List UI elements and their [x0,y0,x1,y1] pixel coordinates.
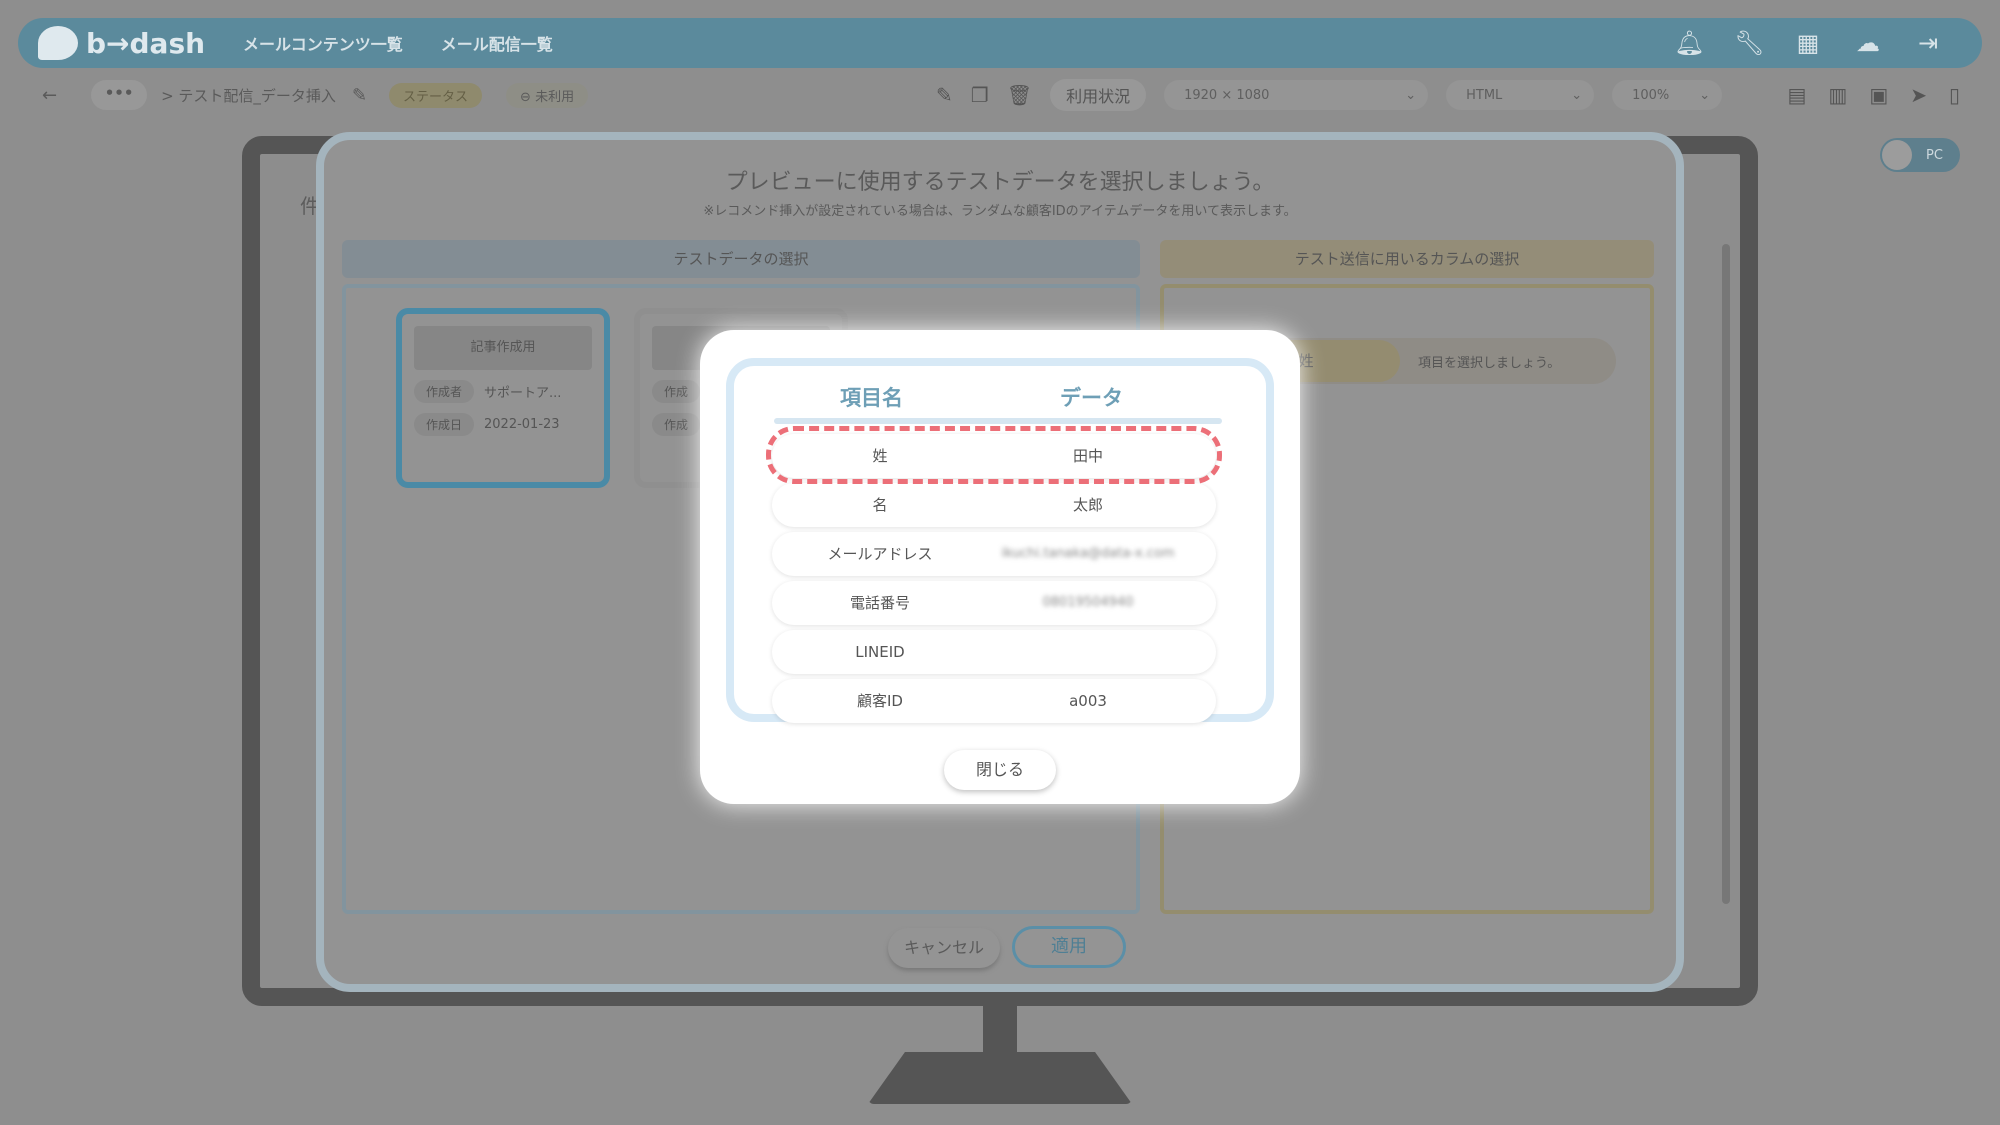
test-data-panel-title: テストデータの選択 [342,240,1140,278]
grid-icon[interactable]: ▦ [1794,29,1822,57]
status-label: ステータス [389,82,483,108]
cloud-icon[interactable]: ☁ [1854,29,1882,57]
trash-icon[interactable]: 🗑︎ [1007,83,1032,107]
status-value: 未利用 [535,89,575,105]
chevron-down-icon: ⌄ [1405,87,1417,103]
data-table: 項目名 データ 姓 田中 名 太郎 メールアドレス ikuchi.tanaka@… [726,358,1274,723]
device-toggle[interactable]: PC [1880,138,1960,172]
document-icon[interactable]: ▯ [1949,83,1960,107]
nav-mail-delivery[interactable]: メール配信一覧 [441,31,553,55]
user-card-icon[interactable]: ▣ [1869,83,1888,107]
logo[interactable]: b→dash [38,26,205,60]
column-hint: 項目を選択しましょう。 [1418,355,1561,371]
table-row: メールアドレス ikuchi.tanaka@data-x.com [772,532,1216,576]
back-arrow-icon[interactable]: ← [42,85,57,106]
wrench-icon[interactable]: 🔧︎ [1734,29,1764,57]
column-header-name: 項目名 [840,386,903,410]
test-data-detail-modal: 項目名 データ 姓 田中 名 太郎 メールアドレス ikuchi.tanaka@… [700,330,1300,804]
toggle-knob [1882,140,1912,170]
dialog-title: プレビューに使用するテストデータを選択しましょう。 [725,170,1275,195]
row-value-blurred: ikuchi.tanaka@data-x.com [1001,546,1175,561]
app-header: b→dash メールコンテンツ一覧 メール配信一覧 🔔︎ 🔧︎ ▦ ☁ ⇥ [18,18,1982,68]
resolution-value: 1920 × 1080 [1184,87,1270,103]
table-row: 顧客ID a003 [772,679,1216,723]
card-title: 記事作成用 [414,326,592,370]
highlight-annotation [766,426,1222,484]
header-divider [774,418,1222,424]
row-value-blurred: 08019504940 [1042,595,1134,610]
close-button[interactable]: 閉じる [944,750,1056,790]
row-key: 顧客ID [857,692,903,710]
bell-icon[interactable]: 🔔︎ [1674,29,1704,57]
format-select[interactable]: HTML ⌄ [1446,80,1595,110]
usage-button[interactable]: 利用状況 [1050,79,1147,111]
logo-text: b→dash [86,26,206,60]
nav-mail-contents[interactable]: メールコンテンツ一覧 [243,31,403,55]
header-icons: 🔔︎ 🔧︎ ▦ ☁ ⇥ [1674,29,1942,57]
send-icon[interactable]: ➤ [1910,83,1927,107]
status-badge: ⊖ 未利用 [506,82,589,108]
apply-button[interactable]: 適用 [1012,926,1126,968]
row-key: 名 [872,496,888,514]
card-author: サポートア... [484,386,562,401]
monitor-base [868,1052,1132,1104]
data-card-selected[interactable]: 記事作成用 作成者 サポートア... 作成日 2022-01-23 [396,308,610,488]
logout-icon[interactable]: ⇥ [1914,29,1942,57]
table-row: 名 太郎 [772,483,1216,527]
logo-icon [38,26,78,60]
monitor-neck [983,1006,1017,1054]
card-date: 2022-01-23 [484,417,560,432]
card-date-label: 作成日 [414,413,475,436]
table-row: LINEID [772,630,1216,674]
cancel-button[interactable]: キャンセル [888,928,1000,968]
card-date-label: 作成 [652,413,701,436]
chevron-down-icon: ⌄ [1699,87,1711,103]
table-row: 電話番号 08019504940 [772,581,1216,625]
zoom-select[interactable]: 100% ⌄ [1612,80,1723,110]
more-button[interactable]: ••• [91,80,148,110]
edit-icon[interactable]: ✎ [936,83,953,107]
row-value: a003 [1069,692,1107,710]
pencil-icon[interactable]: ✎ [352,85,367,106]
html-file-icon[interactable]: ▤ [1788,83,1807,107]
toolbar-right-icons: ▤ ▥ ▣ ➤ ▯ [1788,83,1961,107]
row-key: LINEID [855,643,905,661]
chevron-down-icon: ⌄ [1571,87,1583,103]
column-panel-title: テスト送信に用いるカラムの選択 [1160,240,1654,278]
zoom-value: 100% [1632,87,1670,103]
row-key: 電話番号 [849,594,910,612]
editor-toolbar: ← ••• > テスト配信_データ挿入 ✎ ステータス ⊖ 未利用 ✎ ❐ 🗑︎… [0,72,2000,118]
toolbar-center: ✎ ❐ 🗑︎ 利用状況 1920 × 1080 ⌄ HTML ⌄ 100% ⌄ [936,79,1723,111]
column-header-data: データ [1060,386,1123,410]
scrollbar[interactable] [1722,244,1730,904]
row-key: メールアドレス [827,545,933,563]
breadcrumb: > テスト配信_データ挿入 [161,86,336,105]
dialog-note: ※レコメンド挿入が設定されている場合は、ランダムな顧客IDのアイテムデータを用い… [703,204,1297,219]
card-author-label: 作成者 [414,380,475,403]
card-date-row: 作成日 2022-01-23 [414,413,592,436]
resolution-select[interactable]: 1920 × 1080 ⌄ [1164,80,1429,110]
clipboard-icon[interactable]: ▥ [1828,83,1847,107]
copy-icon[interactable]: ❐ [971,83,989,107]
card-author-row: 作成者 サポートア... [414,380,592,403]
format-value: HTML [1466,87,1503,103]
row-value: 太郎 [1072,496,1103,514]
toggle-label: PC [1926,147,1943,163]
card-author-label: 作成 [652,380,701,403]
